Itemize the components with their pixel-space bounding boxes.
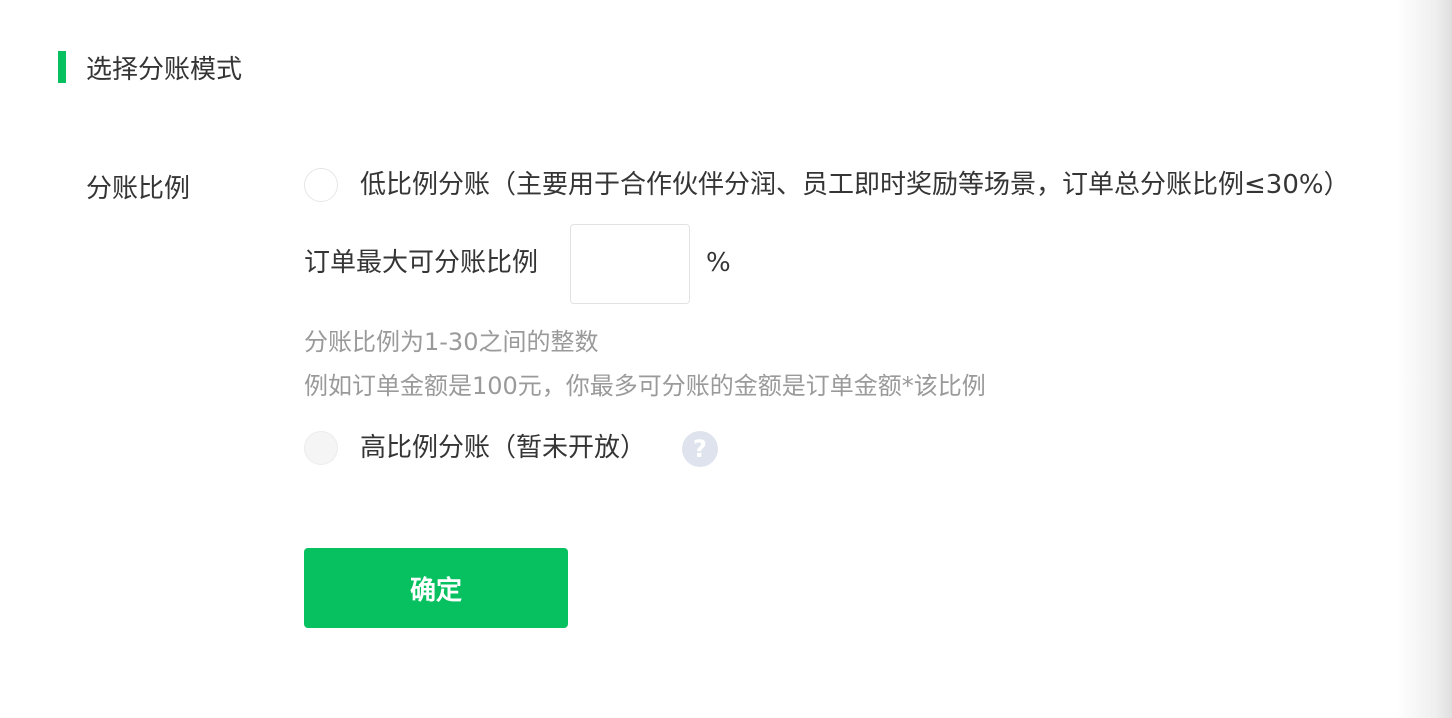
low-ratio-radio[interactable] — [304, 168, 338, 202]
section-title: 选择分账模式 — [58, 50, 243, 85]
page-title: 选择分账模式 — [86, 54, 243, 85]
question-mark-icon[interactable]: ? — [682, 431, 718, 467]
high-ratio-option-label: 高比例分账（暂未开放） — [360, 433, 647, 463]
right-edge-shadow — [1396, 0, 1452, 718]
ratio-example-hint: 例如订单金额是100元，你最多可分账的金额是订单金额*该比例 — [304, 372, 986, 400]
max-ratio-label: 订单最大可分账比例 — [304, 248, 539, 278]
title-accent-bar — [58, 51, 66, 83]
max-ratio-input[interactable] — [570, 224, 690, 304]
confirm-button[interactable]: 确定 — [304, 548, 568, 628]
split-ratio-label: 分账比例 — [86, 174, 191, 204]
low-ratio-option-label[interactable]: 低比例分账（主要用于合作伙伴分润、员工即时奖励等场景，订单总分账比例≤30%） — [360, 168, 1350, 202]
ratio-hint: 分账比例为1-30之间的整数 — [304, 328, 599, 356]
percent-unit: % — [706, 248, 731, 278]
high-ratio-radio — [304, 431, 338, 465]
